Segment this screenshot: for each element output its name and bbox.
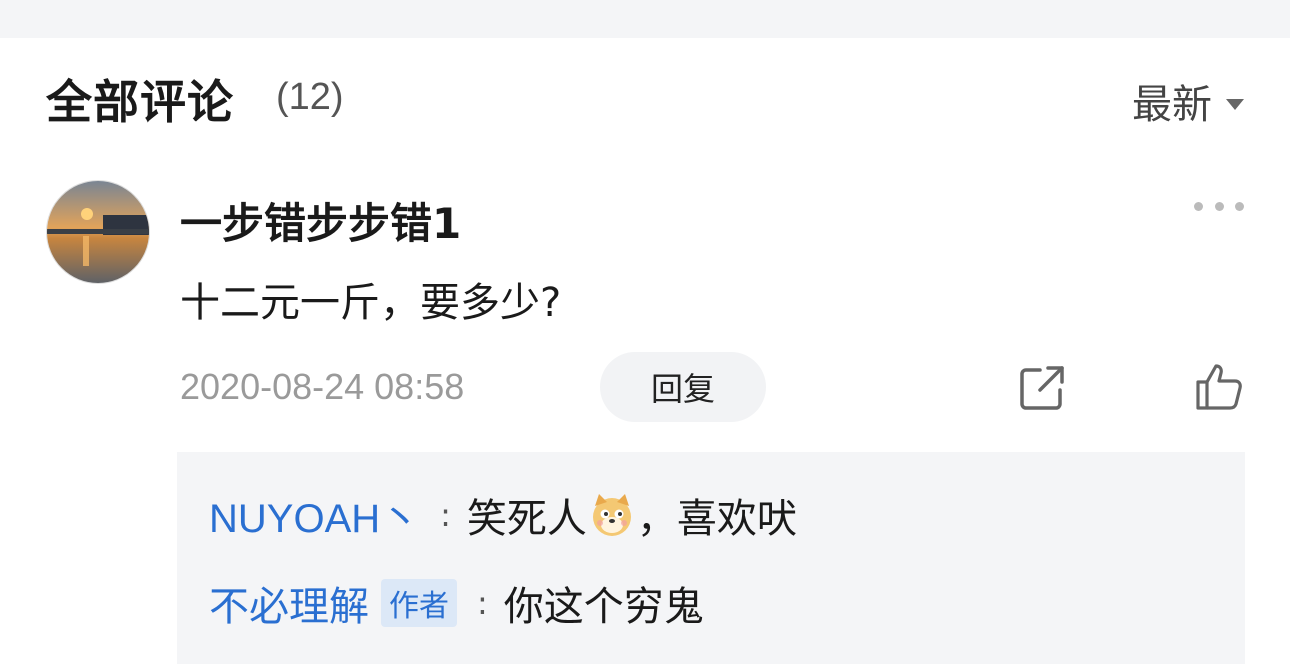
- avatar[interactable]: [46, 180, 150, 284]
- author-badge: 作者: [381, 579, 457, 627]
- caret-down-icon: [1226, 98, 1244, 110]
- top-divider-strip: [0, 0, 1290, 38]
- colon-separator: :: [477, 584, 488, 622]
- dot: [1235, 201, 1244, 211]
- share-icon[interactable]: [1018, 364, 1066, 412]
- avatar-image: [47, 181, 149, 283]
- comments-count: (12): [276, 76, 344, 118]
- dog-face-emoji-icon: [592, 494, 631, 536]
- reply-username[interactable]: 不必理解: [209, 574, 369, 632]
- thumbs-up-icon[interactable]: [1194, 362, 1244, 412]
- reply-item: 不必理解 作者 : 你这个穷鬼: [209, 574, 704, 632]
- comment-username[interactable]: 一步错步步错1: [180, 190, 461, 251]
- comment-text: 十二元一斤，要多少?: [180, 280, 562, 326]
- comments-title: 全部评论: [46, 75, 234, 129]
- dot: [1194, 201, 1203, 211]
- colon-separator: :: [440, 496, 451, 534]
- sort-label: 最新: [1132, 82, 1212, 128]
- more-options-icon[interactable]: [1194, 196, 1244, 216]
- reply-button[interactable]: 回复: [600, 352, 766, 422]
- dot: [1214, 201, 1224, 211]
- sort-dropdown[interactable]: 最新: [1132, 72, 1244, 130]
- comment-meta-row: 2020-08-24 08:58 回复: [180, 352, 1246, 424]
- replies-panel: NUYOAH丶 : 笑死人 ，喜欢吠 不必理解 作者 : 你这个穷鬼: [177, 452, 1245, 664]
- comment-timestamp: 2020-08-24 08:58: [180, 366, 465, 407]
- reply-username[interactable]: NUYOAH丶: [209, 486, 420, 544]
- reply-item: NUYOAH丶 : 笑死人 ，喜欢吠: [209, 486, 797, 544]
- reply-text-part: 笑死人: [466, 496, 587, 542]
- reply-text-part: ，喜欢吠: [636, 496, 797, 542]
- reply-text: 你这个穷鬼: [503, 584, 704, 630]
- comments-header: 全部评论 (12) 最新: [46, 62, 1244, 132]
- reply-text: 笑死人 ，喜欢吠: [467, 486, 797, 544]
